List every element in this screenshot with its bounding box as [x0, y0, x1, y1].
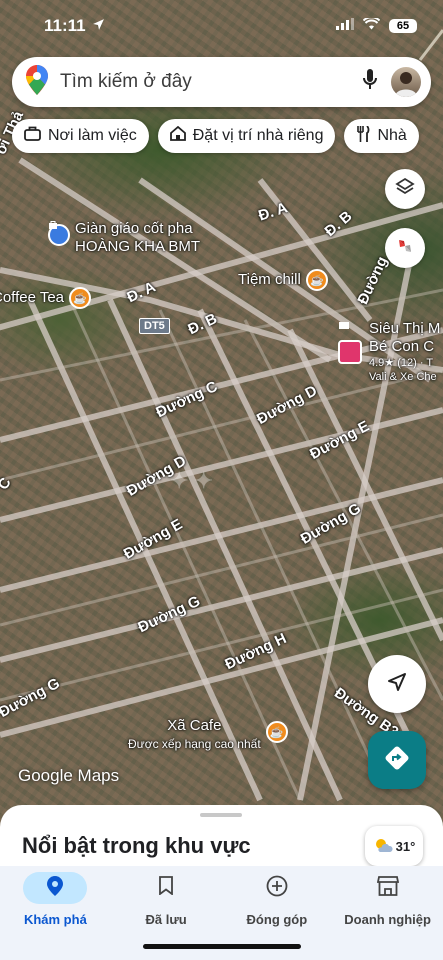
nav-label: Doanh nghiệp [344, 912, 431, 927]
home-indicator[interactable] [143, 944, 301, 949]
chip-label: Đặt vị trí nhà riêng [192, 127, 324, 144]
chip-work[interactable]: Nơi làm việc [12, 119, 149, 153]
coffee-cup-icon: ☕ [265, 721, 288, 743]
time-text: 11:11 [44, 16, 86, 35]
chip-restaurants[interactable]: Nhà [344, 119, 419, 153]
google-maps-pin-icon [26, 64, 48, 100]
layers-icon [395, 177, 415, 202]
home-icon [169, 125, 186, 146]
sheet-title: Nổi bật trong khu vực [22, 833, 251, 858]
poi-xa-cafe[interactable]: Xã Cafe Được xếp hạng cao nhất ☕ [128, 717, 288, 753]
restaurant-icon [356, 124, 370, 147]
briefcase-icon [24, 126, 41, 146]
poi-name: Giàn giáo cốt pha [75, 220, 193, 237]
search-input[interactable]: Tìm kiếm ở đây [60, 71, 363, 93]
add-circle-icon [266, 875, 288, 902]
chip-home[interactable]: Đặt vị trí nhà riêng [157, 119, 336, 153]
location-arrow-icon [92, 16, 105, 36]
compass-button[interactable] [385, 228, 425, 268]
status-time: 11:11 [44, 16, 105, 36]
navigation-arrow-icon [386, 671, 408, 698]
storefront-icon [376, 875, 399, 901]
profile-avatar[interactable] [391, 67, 421, 97]
battery-indicator: 65 [389, 19, 417, 33]
poi-tiem-chill[interactable]: Tiệm chill ☕ [238, 269, 328, 291]
nav-icon-container [23, 872, 88, 904]
watermark: ✦ ✦ [170, 468, 213, 493]
route-badge: DT5 [139, 318, 170, 334]
nav-label: Đóng góp [246, 912, 308, 927]
nav-label: Khám phá [23, 912, 87, 927]
nav-label: Đã lưu [145, 912, 187, 927]
chip-label: Nhà [377, 127, 407, 144]
explore-pin-icon [47, 875, 64, 901]
my-location-button[interactable] [368, 655, 426, 713]
search-bar[interactable]: Tìm kiếm ở đây [12, 57, 431, 107]
nav-explore[interactable]: Khám phá [5, 872, 105, 960]
status-icons: 65 [336, 16, 417, 35]
weather-chip[interactable]: 31° [365, 826, 423, 866]
nav-icon-container [356, 872, 420, 904]
temperature-text: 31° [395, 838, 416, 854]
google-maps-logo: Google Maps [18, 766, 120, 785]
poi-subtitle: Vali & Xe Che [369, 371, 437, 383]
layers-button[interactable] [385, 169, 425, 209]
chip-label: Nơi làm việc [48, 127, 137, 144]
compass-icon [394, 235, 416, 262]
coffee-cup-icon: ☕ [69, 287, 92, 309]
status-bar: 11:11 65 [0, 0, 443, 52]
wifi-icon [362, 16, 381, 35]
poi-name: Coffee Tea [0, 289, 65, 306]
poi-subtitle: Được xếp hạng cao nhất [128, 737, 261, 751]
signal-icon [336, 17, 354, 35]
nav-icon-container [245, 872, 309, 904]
poi-name: Bé Con C [369, 338, 435, 355]
microphone-icon[interactable] [363, 68, 377, 96]
directions-icon [383, 744, 411, 777]
poi-name: HOÀNG KHA BMT [75, 238, 201, 255]
poi-name: Siêu Thị M [369, 320, 441, 337]
directions-button[interactable] [368, 731, 426, 789]
poi-name: Xã Cafe [167, 717, 222, 734]
shopping-pin-icon [338, 322, 362, 364]
poi-sieu-thi[interactable]: Siêu Thị M Bé Con C 4.9★ (12) · T Vali &… [338, 320, 440, 384]
nav-business[interactable]: Doanh nghiệp [338, 872, 438, 960]
nav-icon-container [134, 872, 198, 904]
bookmark-icon [159, 876, 174, 900]
partly-sunny-icon [373, 837, 393, 856]
store-pin-icon [48, 221, 70, 246]
poi-scaffold[interactable]: Giàn giáo cốt pha HOÀNG KHA BMT [48, 220, 200, 256]
quick-chips: Nơi làm việc Đặt vị trí nhà riêng Nhà [12, 119, 419, 153]
sheet-drag-handle[interactable] [200, 813, 242, 817]
coffee-cup-icon: ☕ [305, 269, 328, 291]
poi-rating: 4.9★ (12) · T [369, 357, 434, 369]
poi-coffee-tea[interactable]: Coffee Tea ☕ [0, 287, 92, 309]
poi-name: Tiệm chill [238, 271, 301, 288]
